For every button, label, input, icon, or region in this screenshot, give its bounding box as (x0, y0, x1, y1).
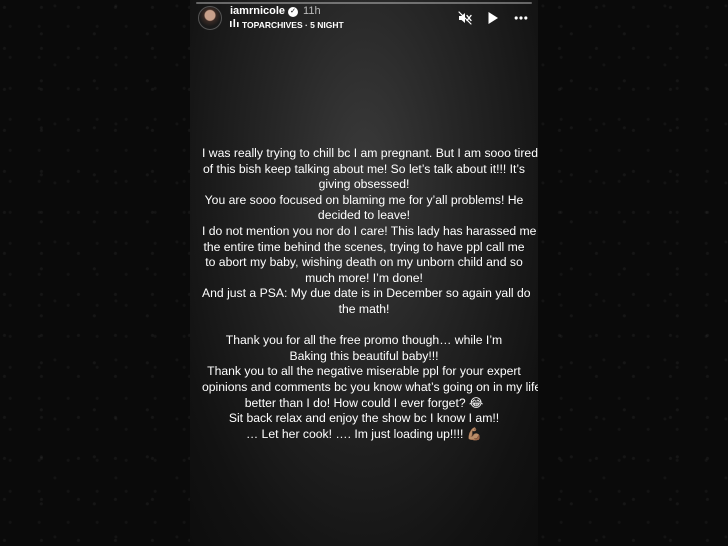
caption-line: giving obsessed! (318, 177, 410, 192)
caption-line: decided to leave! (317, 208, 411, 223)
caption-line: opinions and comments bc you know what’s… (202, 379, 538, 394)
caption-line: I do not mention you nor do I care! This… (202, 223, 537, 238)
caption-line: to abort my baby, wishing death on my un… (205, 255, 523, 270)
caption-line: You are sooo focused on blaming me for y… (204, 192, 524, 207)
caption-line: much more! I’m done! (305, 270, 423, 285)
caption-line: Thank you to all the negative miserable … (207, 364, 521, 379)
story-meta: iamrnicole ✓ 11h TOPARCHIVES · 5 NIGHT (230, 5, 344, 31)
caption-line: Sit back relax and enjoy the show bc I k… (228, 411, 500, 426)
caption-line: the entire time behind the scenes, tryin… (203, 239, 525, 254)
story-header: iamrnicole ✓ 11h TOPARCHIVES · 5 NIGHT (198, 3, 528, 33)
verified-badge-icon: ✓ (288, 6, 299, 17)
caption-line: And just a PSA: My due date is in Decemb… (202, 286, 531, 301)
username[interactable]: iamrnicole (230, 5, 285, 18)
story-card[interactable]: iamrnicole ✓ 11h TOPARCHIVES · 5 NIGHT I… (190, 0, 538, 546)
caption-line: Baking this beautiful baby!!! (289, 348, 439, 363)
caption-line: the math! (338, 301, 390, 316)
caption-line: of this bish keep talking about me! So l… (202, 161, 526, 176)
caption-line: better than I do! How could I ever forge… (244, 395, 484, 410)
avatar[interactable] (198, 6, 222, 30)
caption-line: Thank you for all the free promo though…… (225, 333, 503, 348)
timestamp: 11h (303, 5, 321, 17)
more-horizontal-icon[interactable] (514, 11, 528, 25)
play-icon[interactable] (486, 11, 500, 25)
caption-line (202, 318, 526, 334)
story-caption: I was really trying to chill bc I am pre… (202, 146, 538, 442)
audio-subtitle[interactable]: TOPARCHIVES · 5 NIGHT (242, 19, 344, 31)
caption-line: … Let her cook! …. Im just loading up!!!… (245, 426, 482, 441)
caption-line: I was really trying to chill bc I am pre… (202, 146, 538, 160)
speaker-muted-icon[interactable] (458, 11, 472, 25)
music-bars-icon (230, 19, 239, 31)
story-controls (458, 11, 528, 25)
